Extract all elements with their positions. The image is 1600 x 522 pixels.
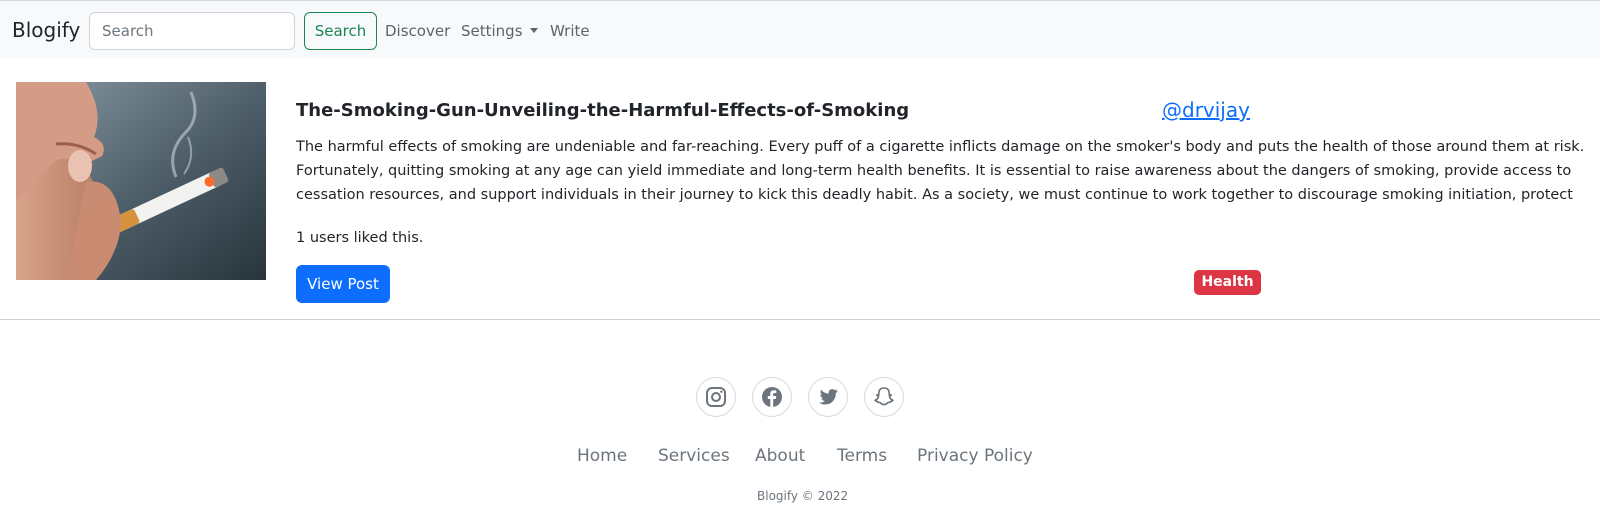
brand-logo[interactable]: Blogify: [12, 18, 80, 42]
snapchat-icon[interactable]: [864, 377, 904, 417]
footer-link-about[interactable]: About: [755, 446, 805, 466]
navbar: Blogify Search Discover Settings Write: [0, 0, 1600, 58]
footer-link-home[interactable]: Home: [577, 446, 627, 466]
smoking-hand-image: [16, 82, 266, 280]
nav-settings-label: Settings: [461, 22, 523, 40]
instagram-icon[interactable]: [696, 377, 736, 417]
view-post-button[interactable]: View Post: [296, 265, 390, 303]
post-thumbnail: [16, 82, 266, 280]
twitter-icon[interactable]: [808, 377, 848, 417]
post-title: The-Smoking-Gun-Unveiling-the-Harmful-Ef…: [296, 100, 910, 121]
nav-write[interactable]: Write: [550, 22, 590, 40]
post-excerpt: The harmful effects of smoking are unden…: [296, 139, 1585, 203]
copyright-text: Blogify © 2022: [757, 489, 849, 503]
post-author-link[interactable]: @drvijay: [1162, 98, 1250, 122]
facebook-icon[interactable]: [752, 377, 792, 417]
nav-settings-dropdown[interactable]: Settings: [461, 22, 538, 40]
category-badge[interactable]: Health: [1194, 270, 1261, 295]
post-card: The-Smoking-Gun-Unveiling-the-Harmful-Ef…: [0, 58, 1600, 320]
footer-link-terms[interactable]: Terms: [837, 446, 887, 466]
nav-discover[interactable]: Discover: [385, 22, 450, 40]
footer-link-privacy-policy[interactable]: Privacy Policy: [917, 446, 1033, 466]
search-button[interactable]: Search: [304, 12, 377, 50]
post-likes-count: 1 users liked this.: [296, 230, 424, 246]
caret-down-icon: [529, 28, 538, 33]
footer-link-services[interactable]: Services: [658, 446, 730, 466]
search-input[interactable]: [89, 12, 295, 50]
